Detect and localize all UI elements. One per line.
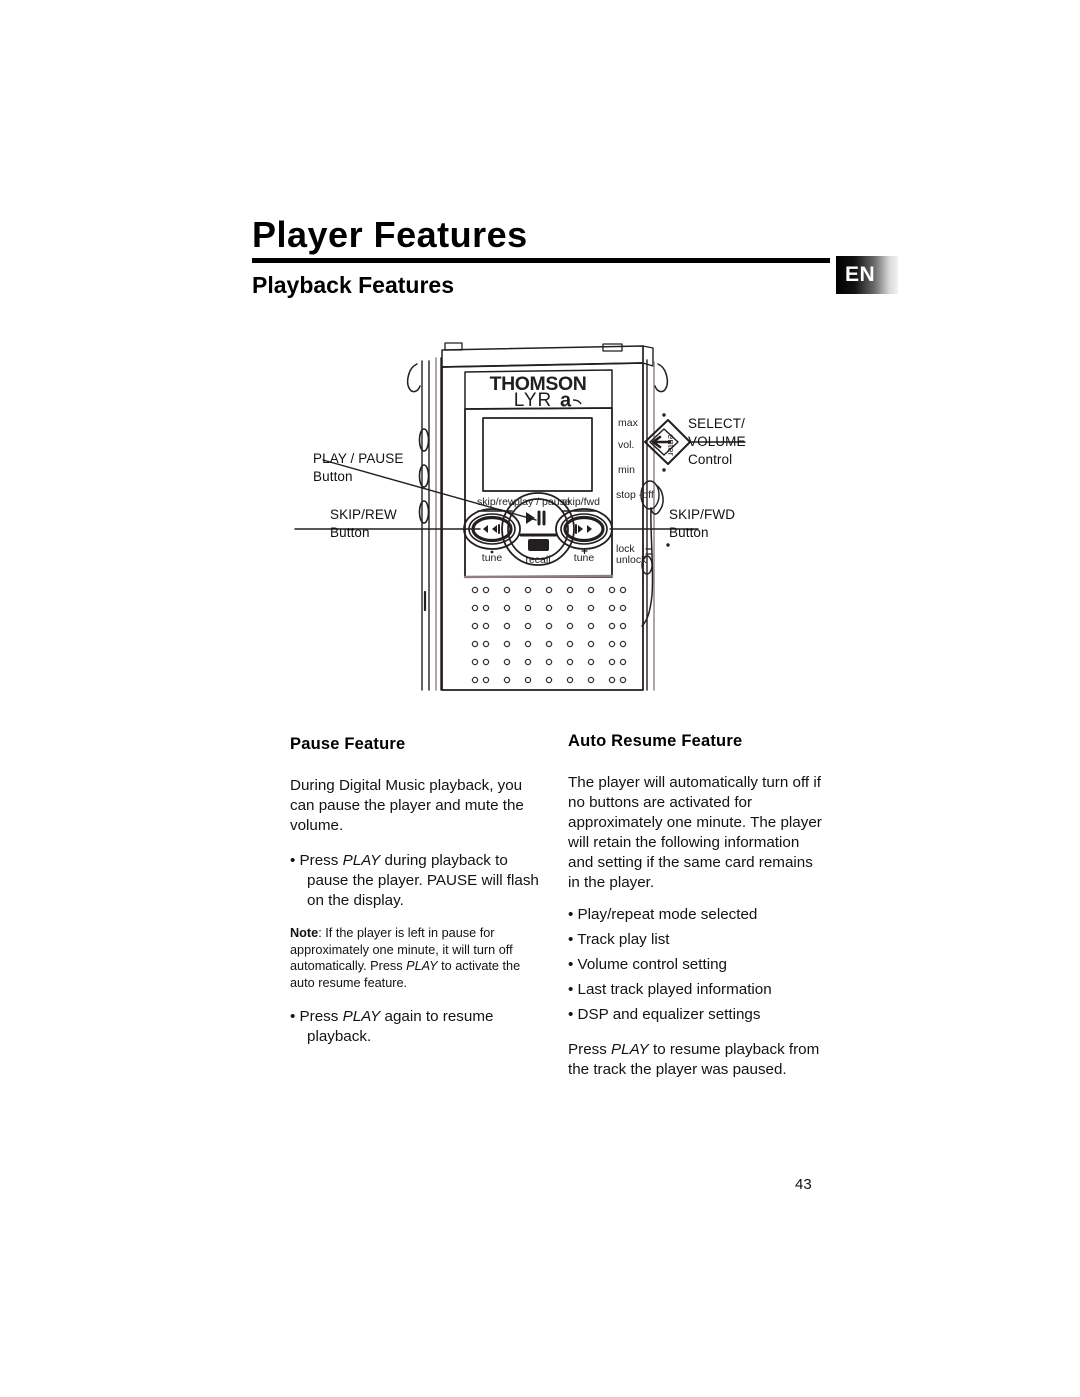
label-recall: recall <box>525 554 550 566</box>
auto-resume-bullet: • Track play list <box>568 931 670 949</box>
label-min: min <box>618 464 635 476</box>
callout-select-volume-line2: VOLUME <box>688 434 746 450</box>
callout-skip-fwd-line1: SKIP/FWD <box>669 507 736 522</box>
label-vol: vol. <box>618 439 634 451</box>
page-number: 43 <box>795 1176 812 1193</box>
callout-skip-fwd: SKIP/FWD Button <box>669 506 735 542</box>
label-unlock: unlock <box>616 554 647 566</box>
callout-select-volume-line1: SELECT/ <box>688 416 745 431</box>
brand-lyra-a: a <box>560 390 572 412</box>
label-stop-off: stop -off <box>616 489 654 501</box>
bullet-1-emphasis: PLAY <box>342 851 381 869</box>
bullet-2-pre: • Press <box>290 1008 343 1026</box>
note-emphasis: PLAY <box>406 959 438 974</box>
note-label: Note <box>290 926 319 941</box>
pause-feature-heading: Pause Feature <box>290 735 406 753</box>
callout-play-pause-line2: Button <box>313 469 353 485</box>
brand-lyra: LYR <box>514 390 553 411</box>
closing-pre: Press <box>568 1040 612 1058</box>
bullet-2-emphasis: PLAY <box>342 1008 381 1026</box>
auto-resume-bullet: • Play/repeat mode selected <box>568 906 758 924</box>
callout-play-pause: PLAY / PAUSE Button <box>313 450 404 486</box>
pause-feature-bullet-2: • Press PLAY again to resume playback. <box>290 1007 548 1047</box>
callout-select-volume: SELECT/ VOLUME Control <box>688 415 746 469</box>
left-text-column: Pause Feature During Digital Music playb… <box>290 735 548 1062</box>
auto-resume-closing: Press PLAY to resume playback from the t… <box>568 1040 826 1080</box>
callout-skip-rew: SKIP/REW Button <box>330 506 397 542</box>
auto-resume-intro: The player will automatically turn off i… <box>568 774 822 891</box>
pause-feature-intro: During Digital Music playback, you can p… <box>290 777 524 834</box>
closing-emphasis: PLAY <box>611 1040 649 1058</box>
auto-resume-bullet: • Volume control setting <box>568 956 727 974</box>
auto-resume-bullet: • Last track played information <box>568 981 772 999</box>
language-badge: EN <box>836 256 898 294</box>
callout-skip-rew-line2: Button <box>330 525 370 541</box>
callout-skip-rew-line1: SKIP/REW <box>330 507 397 522</box>
pause-feature-note: Note: If the player is left in pause for… <box>290 925 548 991</box>
section-title: Playback Features <box>252 272 455 298</box>
callout-skip-fwd-line2: Button <box>669 525 709 541</box>
label-tune-left: tune <box>482 552 503 564</box>
callout-play-pause-line1: PLAY / PAUSE <box>313 451 404 466</box>
label-skip-rew: skip/rew <box>477 496 516 508</box>
bullet-1-pre: • Press <box>290 851 343 869</box>
callout-select-volume-line3: Control <box>688 452 733 468</box>
label-tune-right: tune <box>574 552 595 564</box>
label-max: max <box>618 417 639 429</box>
auto-resume-bullet: • DSP and equalizer settings <box>568 1006 761 1024</box>
page-title: Player Features <box>252 214 528 255</box>
pause-feature-bullet-1: • Press PLAY during playback to pause th… <box>290 851 548 911</box>
right-text-column: Auto Resume Feature The player will auto… <box>568 732 826 1095</box>
auto-resume-heading: Auto Resume Feature <box>568 732 743 750</box>
title-underline-rule <box>252 258 830 263</box>
label-enter: enter <box>665 434 676 456</box>
label-skip-fwd: skip/fwd <box>562 496 600 508</box>
